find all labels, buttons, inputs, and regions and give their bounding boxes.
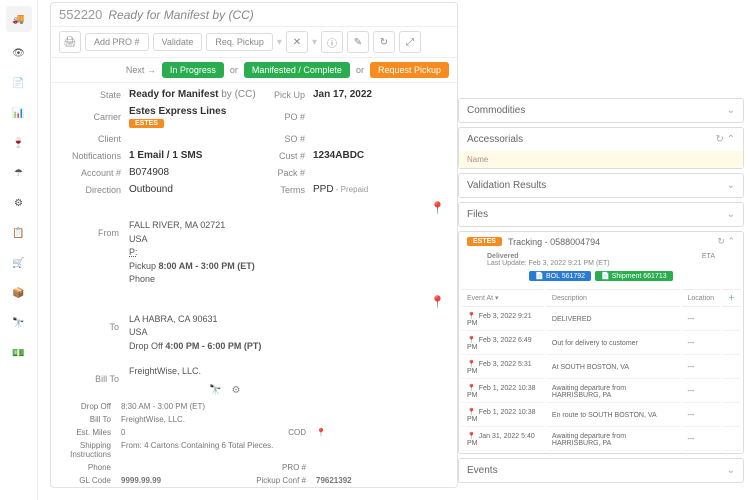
carrier-name: Estes Express Lines: [129, 106, 226, 117]
tracking-panel: ESTESTracking - 0588004794↻ ⌃ DeliveredL…: [458, 231, 744, 454]
shipment-card: 552220 Ready for Manifest by (CC) 🖨 Add …: [50, 2, 458, 488]
events-panel: Events⌄: [458, 458, 744, 483]
billto-name: FreightWise, LLC.: [129, 365, 447, 379]
add-pro-button[interactable]: Add PRO #: [85, 33, 149, 51]
chart-icon[interactable]: 📊: [10, 104, 28, 122]
truck-icon[interactable]: 🚚: [6, 6, 32, 32]
validate-button[interactable]: Validate: [153, 33, 203, 51]
tracking-table: Event At ▾DescriptionLocation＋ 📍Feb 3, 2…: [459, 287, 743, 453]
shipment-title: Ready for Manifest by (CC): [108, 8, 253, 22]
refresh-small-icon: ↻: [715, 134, 723, 145]
from-city: FALL RIVER, MA 02721: [129, 219, 447, 233]
notifications: 1 Email / 1 SMS: [129, 150, 263, 161]
document-icon[interactable]: 📄: [10, 74, 28, 92]
files-panel: Files⌄: [458, 202, 744, 227]
info-card-icon[interactable]: ⓘ: [321, 31, 343, 53]
binoculars-icon[interactable]: 🔭: [10, 314, 28, 332]
gears-icon[interactable]: ⚙: [10, 194, 28, 212]
chevron-up-icon: ⌃: [727, 134, 735, 145]
cust-number: 1234ABDC: [313, 150, 447, 161]
account-number: B074908: [129, 167, 263, 178]
print-icon[interactable]: 🖨: [59, 31, 81, 53]
gl-code: 9999.99.99: [121, 476, 252, 485]
nav-rail: 🚚 👁 📄 📊 🍷 ☂ ⚙ 📋 🛒 📦 🔭 💵: [0, 0, 38, 500]
in-progress-pill[interactable]: In Progress: [162, 62, 224, 78]
cart-icon[interactable]: 🛒: [10, 254, 28, 272]
shipment-pill[interactable]: 📄 Shipment 661713: [595, 271, 673, 281]
bol-pill[interactable]: 📄 BOL 561792: [529, 271, 591, 281]
direction: Outbound: [129, 184, 263, 195]
expand-icon[interactable]: ⤢: [399, 31, 421, 53]
map-pin-icon-2[interactable]: 📍: [430, 295, 445, 309]
validation-panel: Validation Results⌄: [458, 173, 744, 198]
shipment-id: 552220: [59, 7, 102, 22]
tracking-row: 📍Feb 3, 2022 9:21 PMDELIVERED---: [461, 309, 741, 331]
umbrella-icon[interactable]: ☂: [10, 164, 28, 182]
tracking-row: 📍Feb 3, 2022 6:49 PMOut for delivery to …: [461, 333, 741, 355]
req-pickup-button[interactable]: Req. Pickup: [206, 33, 273, 51]
chevron-down-icon: ⌄: [727, 209, 735, 220]
pickup-date: Jan 17, 2022: [313, 89, 447, 100]
settings-icon[interactable]: ✕: [286, 31, 308, 53]
edit-icon[interactable]: ✎: [347, 31, 369, 53]
eye-icon[interactable]: 👁: [10, 44, 28, 62]
next-label: Next →: [126, 65, 156, 75]
chevron-down-icon: ⌄: [727, 180, 735, 191]
tracking-row: 📍Feb 3, 2022 5:31 PMAt SOUTH BOSTON, VA-…: [461, 357, 741, 379]
refresh-icon[interactable]: ↻: [373, 31, 395, 53]
clipboard-icon[interactable]: 📋: [10, 224, 28, 242]
settings-small-icon[interactable]: ⚙: [231, 385, 240, 396]
to-city: LA HABRA, CA 90631: [129, 313, 447, 327]
right-panels: Commodities⌄ Accessorials↻ ⌃Name Validat…: [458, 98, 744, 487]
money-icon[interactable]: 💵: [10, 344, 28, 362]
binoculars-small-icon[interactable]: 🔭: [209, 385, 221, 396]
tracking-title: Tracking - 0588004794: [508, 237, 600, 247]
tracking-row: 📍Feb 1, 2022 10:38 PMAwaiting departure …: [461, 381, 741, 403]
pickup-conf: 79621392: [316, 476, 447, 485]
chevron-down-icon: ⌄: [727, 465, 735, 476]
box-icon[interactable]: 📦: [10, 284, 28, 302]
chevron-down-icon: ⌄: [727, 105, 735, 116]
fragile-icon[interactable]: 🍷: [10, 134, 28, 152]
chevron-up-icon[interactable]: ⌃: [727, 236, 735, 246]
accessorials-panel: Accessorials↻ ⌃Name: [458, 127, 744, 169]
commodities-panel: Commodities⌄: [458, 98, 744, 123]
carrier-badge: ESTES: [129, 119, 164, 128]
tracking-row: 📍Feb 1, 2022 10:38 PMEn route to SOUTH B…: [461, 405, 741, 427]
estes-badge: ESTES: [467, 237, 502, 246]
manifested-pill[interactable]: Manifested / Complete: [244, 62, 350, 78]
refresh-tracking-icon[interactable]: ↻: [717, 236, 725, 246]
tracking-row: 📍Jan 31, 2022 5:40 PMAwaiting departure …: [461, 429, 741, 451]
map-pin-icon[interactable]: 📍: [430, 201, 445, 215]
request-pickup-pill[interactable]: Request Pickup: [370, 62, 449, 78]
